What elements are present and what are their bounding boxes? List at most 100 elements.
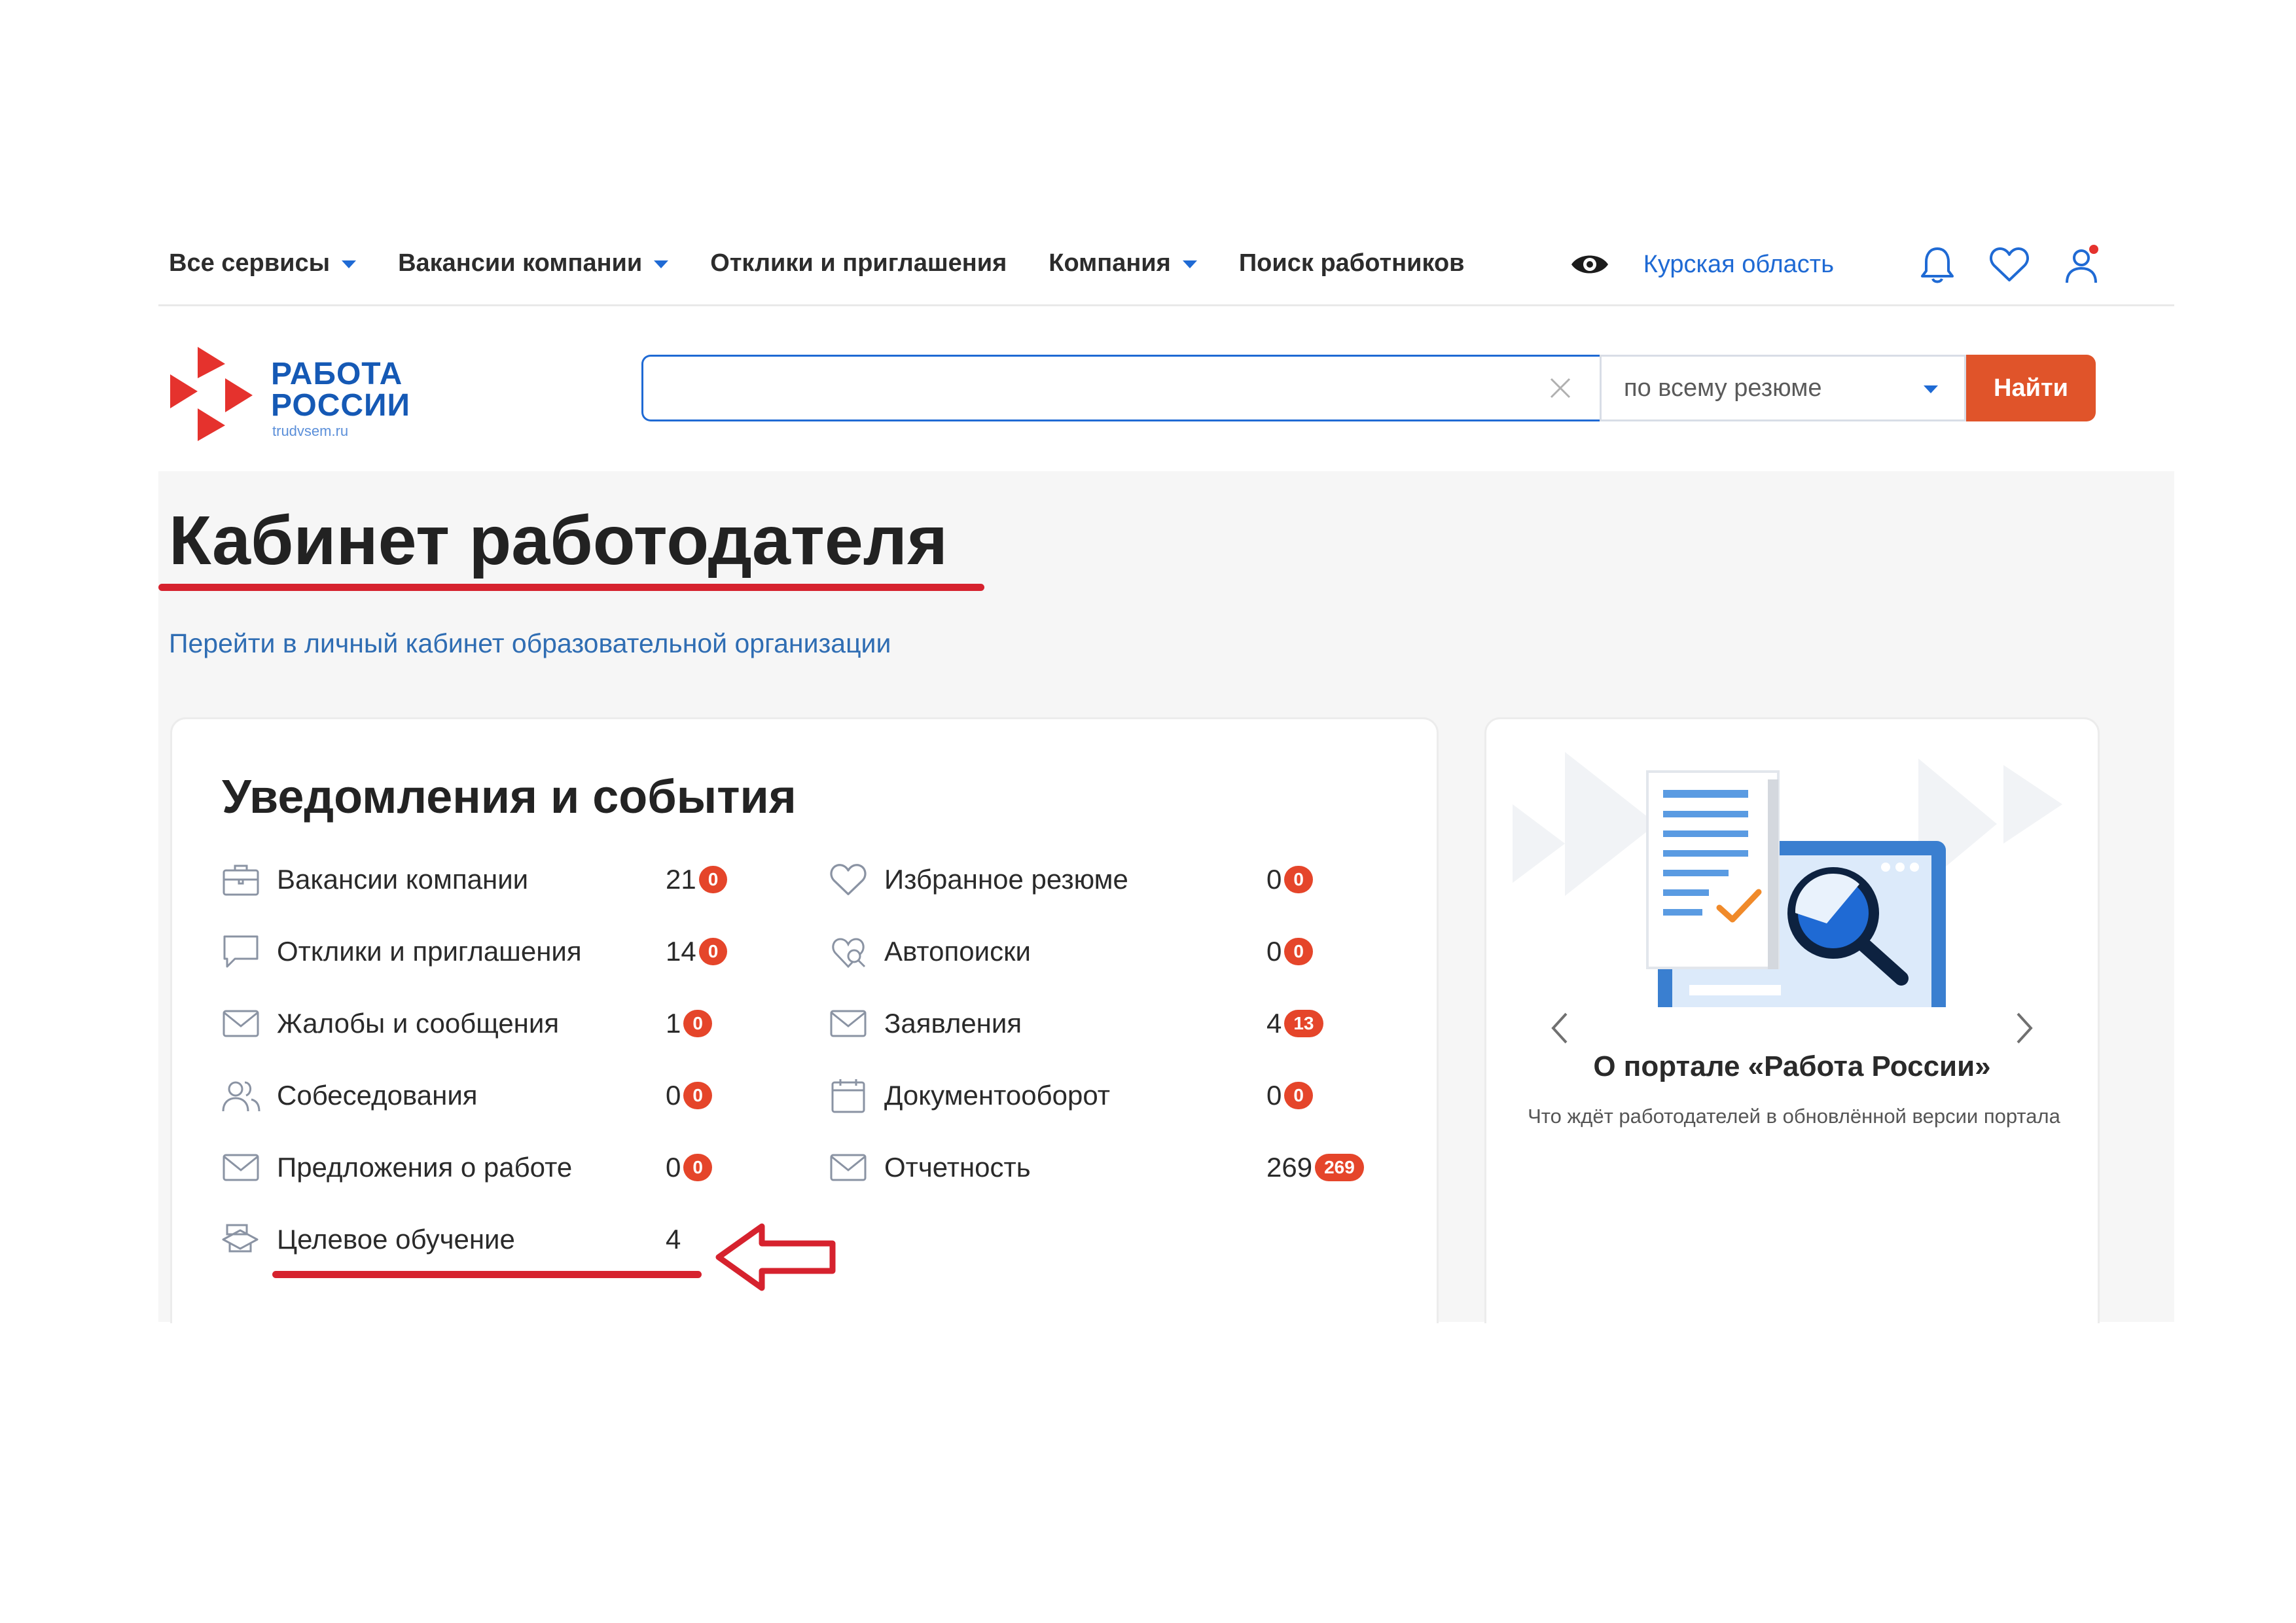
- graduation-icon: [221, 1219, 261, 1260]
- nav-company[interactable]: Компания: [1049, 249, 1197, 277]
- list-item-applications[interactable]: Заявления 4 13: [828, 1001, 1365, 1046]
- notif-count: 00: [1266, 1080, 1313, 1111]
- list-item-company-vacancies[interactable]: Вакансии компании 21 0: [221, 857, 731, 902]
- count-value: 0: [666, 1080, 681, 1111]
- list-item-reporting[interactable]: Отчетность 269 269: [828, 1145, 1365, 1190]
- count-value: 0: [1266, 936, 1282, 967]
- notif-label: Целевое обучение: [277, 1224, 515, 1255]
- logo-text-line1: РАБОТА: [271, 357, 403, 391]
- notif-count: 269 269: [1266, 1152, 1364, 1183]
- count-value: 4: [666, 1224, 681, 1255]
- list-item-favorite-resumes[interactable]: Избранное резюме 00: [828, 857, 1365, 902]
- count-value: 1: [666, 1008, 681, 1039]
- notif-count: 4: [666, 1224, 681, 1255]
- count-value: 21: [666, 864, 696, 895]
- notif-label: Отклики и приглашения: [277, 936, 582, 967]
- chevron-down-icon: [342, 260, 357, 268]
- promo-subtitle: Что ждёт работодателей в обновлённой вер…: [1528, 1105, 2060, 1128]
- nav-all-services-label: Все сервисы: [169, 249, 331, 277]
- heart-icon[interactable]: [1988, 243, 2030, 285]
- mail-icon: [828, 1147, 869, 1188]
- count-badge: 0: [683, 1010, 712, 1037]
- notif-label: Вакансии компании: [277, 864, 529, 895]
- notif-label: Собеседования: [277, 1080, 478, 1111]
- logo-arrows-icon: [170, 347, 253, 441]
- list-item-job-offers[interactable]: Предложения о работе 00: [221, 1145, 731, 1190]
- mail-icon: [221, 1147, 261, 1188]
- title-highlight-underline: [158, 584, 984, 591]
- count-badge: 0: [1284, 866, 1313, 893]
- people-icon: [221, 1075, 261, 1116]
- notif-count: 21 0: [666, 864, 728, 895]
- notif-count: 00: [1266, 936, 1313, 967]
- search-input[interactable]: [643, 357, 1520, 419]
- notif-count: 14 0: [666, 936, 728, 967]
- notif-label: Автопоиски: [884, 936, 1031, 967]
- count-badge: 0: [1284, 938, 1313, 965]
- count-badge: 0: [698, 866, 728, 893]
- nav-right-group: Курская область: [1569, 223, 2102, 306]
- count-badge: 13: [1284, 1010, 1323, 1037]
- nav-search-workers[interactable]: Поиск работников: [1239, 249, 1465, 277]
- count-value: 0: [1266, 864, 1282, 895]
- search-scope-select[interactable]: по всему резюме: [1600, 355, 1966, 421]
- count-badge: 0: [698, 938, 728, 965]
- calendar-icon: [828, 1075, 869, 1116]
- main-content: Кабинет работодателя Перейти в личный ка…: [158, 471, 2174, 1346]
- portal-illustration: [1513, 752, 2062, 1007]
- list-item-targeted-training[interactable]: Целевое обучение 4: [221, 1217, 731, 1262]
- count-badge: 0: [683, 1082, 712, 1109]
- count-badge: 269: [1315, 1154, 1364, 1181]
- list-item-document-flow[interactable]: Документооборот 00: [828, 1073, 1365, 1118]
- nav-all-services[interactable]: Все сервисы: [169, 249, 357, 277]
- region-selector[interactable]: Курская область: [1643, 251, 1834, 279]
- notif-count: 4 13: [1266, 1008, 1323, 1039]
- nav-search-workers-label: Поиск работников: [1238, 249, 1465, 277]
- list-item-autosearches[interactable]: Автопоиски 00: [828, 929, 1365, 974]
- eye-icon[interactable]: [1569, 243, 1611, 285]
- page-bottom-blank: [0, 1323, 2296, 1623]
- mail-icon: [221, 1003, 261, 1044]
- notif-count: 00: [666, 1080, 712, 1111]
- mail-icon: [828, 1003, 869, 1044]
- nav-company-vacancies[interactable]: Вакансии компании: [398, 249, 669, 277]
- notif-count: 00: [1266, 864, 1313, 895]
- count-value: 269: [1266, 1152, 1313, 1183]
- count-value: 4: [1266, 1008, 1282, 1039]
- list-item-responses-invitations[interactable]: Отклики и приглашения 14 0: [221, 929, 731, 974]
- list-item-complaints-messages[interactable]: Жалобы и сообщения 10: [221, 1001, 731, 1046]
- search-scope-value: по всему резюме: [1624, 374, 1822, 402]
- bell-icon[interactable]: [1916, 243, 1958, 285]
- clear-icon[interactable]: [1547, 375, 1573, 401]
- heart-icon: [828, 859, 869, 900]
- promo-title: О портале «Работа России»: [1593, 1050, 1991, 1082]
- notif-count: 00: [666, 1152, 712, 1183]
- count-badge: 0: [683, 1154, 712, 1181]
- carousel-next-icon[interactable]: [2010, 1008, 2039, 1048]
- chevron-down-icon: [654, 260, 669, 268]
- count-badge: 0: [1284, 1082, 1313, 1109]
- logo-subtitle: trudvsem.ru: [272, 423, 349, 439]
- nav-company-vacancies-label: Вакансии компании: [398, 249, 643, 277]
- search-box: [641, 355, 1600, 421]
- list-item-interviews[interactable]: Собеседования 00: [221, 1073, 731, 1118]
- notif-label: Заявления: [884, 1008, 1022, 1039]
- notif-label: Избранное резюме: [884, 864, 1128, 895]
- edu-org-cabinet-link[interactable]: Перейти в личный кабинет образовательной…: [169, 628, 891, 659]
- nav-company-label: Компания: [1049, 249, 1171, 277]
- count-value: 0: [1266, 1080, 1282, 1111]
- nav-responses-invitations[interactable]: Отклики и приглашения: [710, 249, 1007, 277]
- highlight-underline: [272, 1271, 702, 1278]
- count-value: 0: [666, 1152, 681, 1183]
- find-button[interactable]: Найти: [1966, 355, 2096, 421]
- notif-label: Жалобы и сообщения: [277, 1008, 560, 1039]
- logo[interactable]: РАБОТА РОССИИ trudvsem.ru: [168, 340, 429, 445]
- user-icon[interactable]: [2060, 243, 2102, 285]
- notif-count: 10: [666, 1008, 712, 1039]
- chevron-down-icon: [1924, 385, 1938, 393]
- header: РАБОТА РОССИИ trudvsem.ru по всему резюм…: [158, 308, 2174, 471]
- nav-responses-label: Отклики и приглашения: [710, 249, 1007, 277]
- carousel-prev-icon[interactable]: [1545, 1008, 1574, 1048]
- promo-card[interactable]: О портале «Работа России» Что ждёт работ…: [1484, 717, 2100, 1346]
- autosearch-icon: [828, 931, 869, 972]
